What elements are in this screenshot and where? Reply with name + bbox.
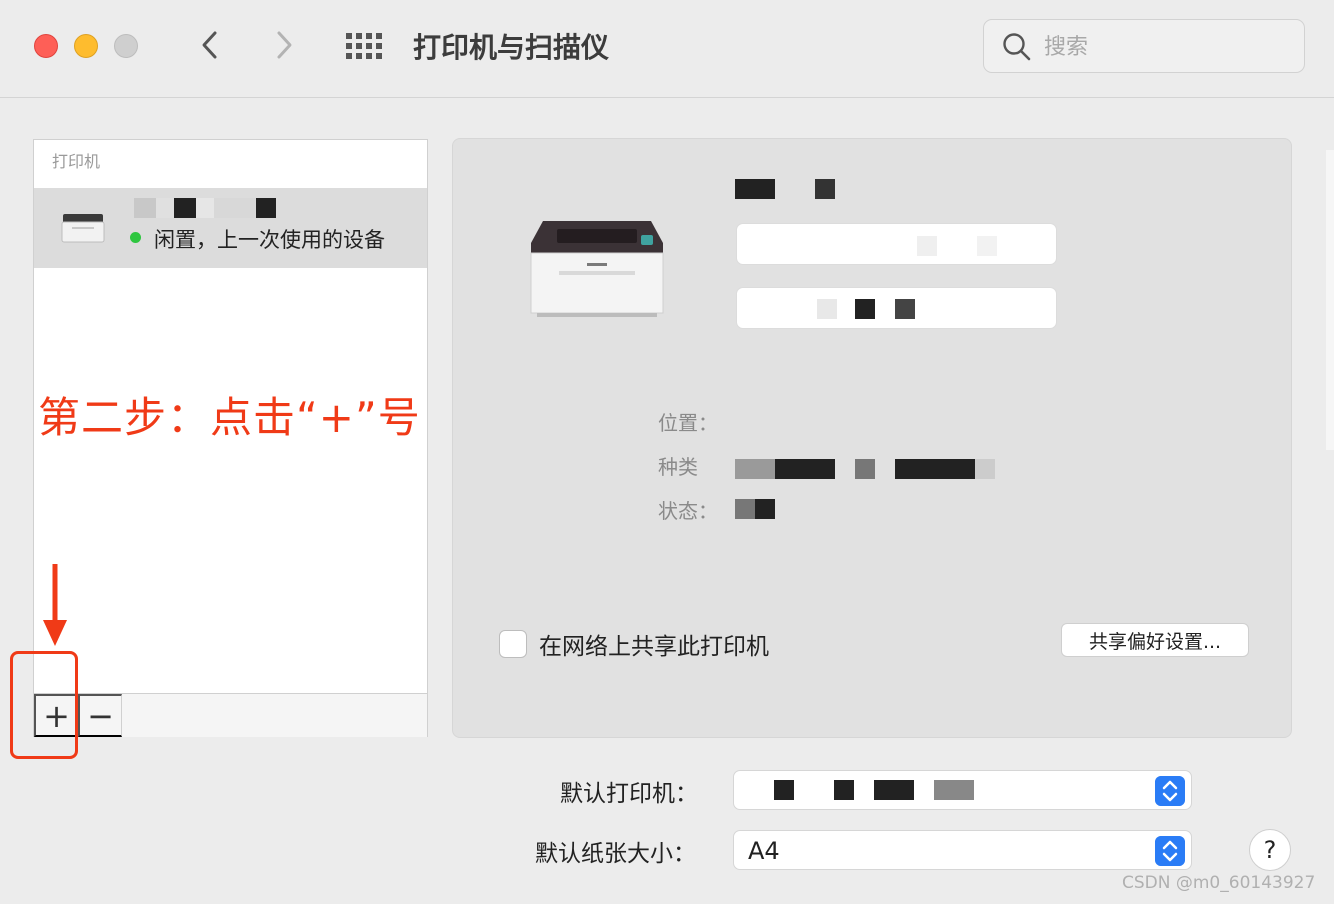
- chevron-right-icon[interactable]: [272, 28, 296, 70]
- printer-status: 闲置，上一次使用的设备: [154, 228, 385, 252]
- default-printer-redacted: [774, 780, 974, 800]
- search-input[interactable]: [1044, 30, 1284, 64]
- default-printer-popup[interactable]: [733, 770, 1192, 810]
- printer-icon: [61, 214, 105, 243]
- grid-icon[interactable]: [346, 33, 382, 59]
- share-printer-label: 在网络上共享此打印机: [539, 634, 769, 660]
- search-field[interactable]: [983, 19, 1305, 73]
- printers-scanners-window: 打印机与扫描仪 打印机: [0, 0, 1334, 904]
- chevron-left-icon[interactable]: [198, 28, 222, 70]
- zoom-window-button[interactable]: [114, 34, 138, 58]
- share-printer-row: 在网络上共享此打印机: [499, 627, 769, 661]
- step-annotation: 第二步：点击“+”号: [38, 393, 421, 442]
- background-window-edge: [1326, 150, 1334, 450]
- chevron-up-down-icon: [1155, 776, 1185, 806]
- printer-name-redacted: [134, 198, 276, 218]
- search-icon: [1003, 33, 1031, 61]
- red-arrow-icon: [43, 564, 67, 646]
- kind-value-redacted: [735, 459, 995, 479]
- status-dot-icon: [130, 232, 141, 243]
- window-title: 打印机与扫描仪: [413, 31, 610, 64]
- printer-image: [530, 221, 664, 317]
- chevron-up-down-icon: [1155, 836, 1185, 866]
- close-window-button[interactable]: [34, 34, 58, 58]
- default-paper-popup[interactable]: A4: [733, 830, 1192, 870]
- printer-name-field[interactable]: [736, 223, 1057, 265]
- kind-label: 种类: [658, 455, 698, 479]
- printer-list-item[interactable]: 闲置，上一次使用的设备: [34, 188, 427, 268]
- default-paper-value: A4: [748, 837, 780, 865]
- printer-details-panel: 位置： 种类 状态： 在网络上共享此打印机 共享偏好设置...: [452, 138, 1292, 738]
- remove-printer-button[interactable]: −: [78, 694, 122, 737]
- printer-location-field[interactable]: [736, 287, 1057, 329]
- highlight-box: [10, 651, 78, 759]
- status-value-redacted: [735, 499, 775, 519]
- help-button[interactable]: ?: [1249, 829, 1291, 871]
- title-bar: 打印机与扫描仪: [0, 0, 1334, 98]
- add-remove-bar: + −: [34, 693, 427, 737]
- printer-list-header: 打印机: [52, 152, 101, 171]
- default-paper-label: 默认纸张大小：: [535, 841, 696, 867]
- status-label: 状态：: [658, 499, 718, 523]
- location-label: 位置：: [658, 411, 718, 435]
- minimize-window-button[interactable]: [74, 34, 98, 58]
- printer-name-redacted: [735, 179, 835, 199]
- watermark: CSDN @m0_60143927: [1122, 873, 1316, 893]
- share-printer-checkbox[interactable]: [499, 630, 527, 658]
- default-printer-label: 默认打印机：: [560, 781, 698, 807]
- sharing-preferences-button[interactable]: 共享偏好设置...: [1061, 623, 1249, 657]
